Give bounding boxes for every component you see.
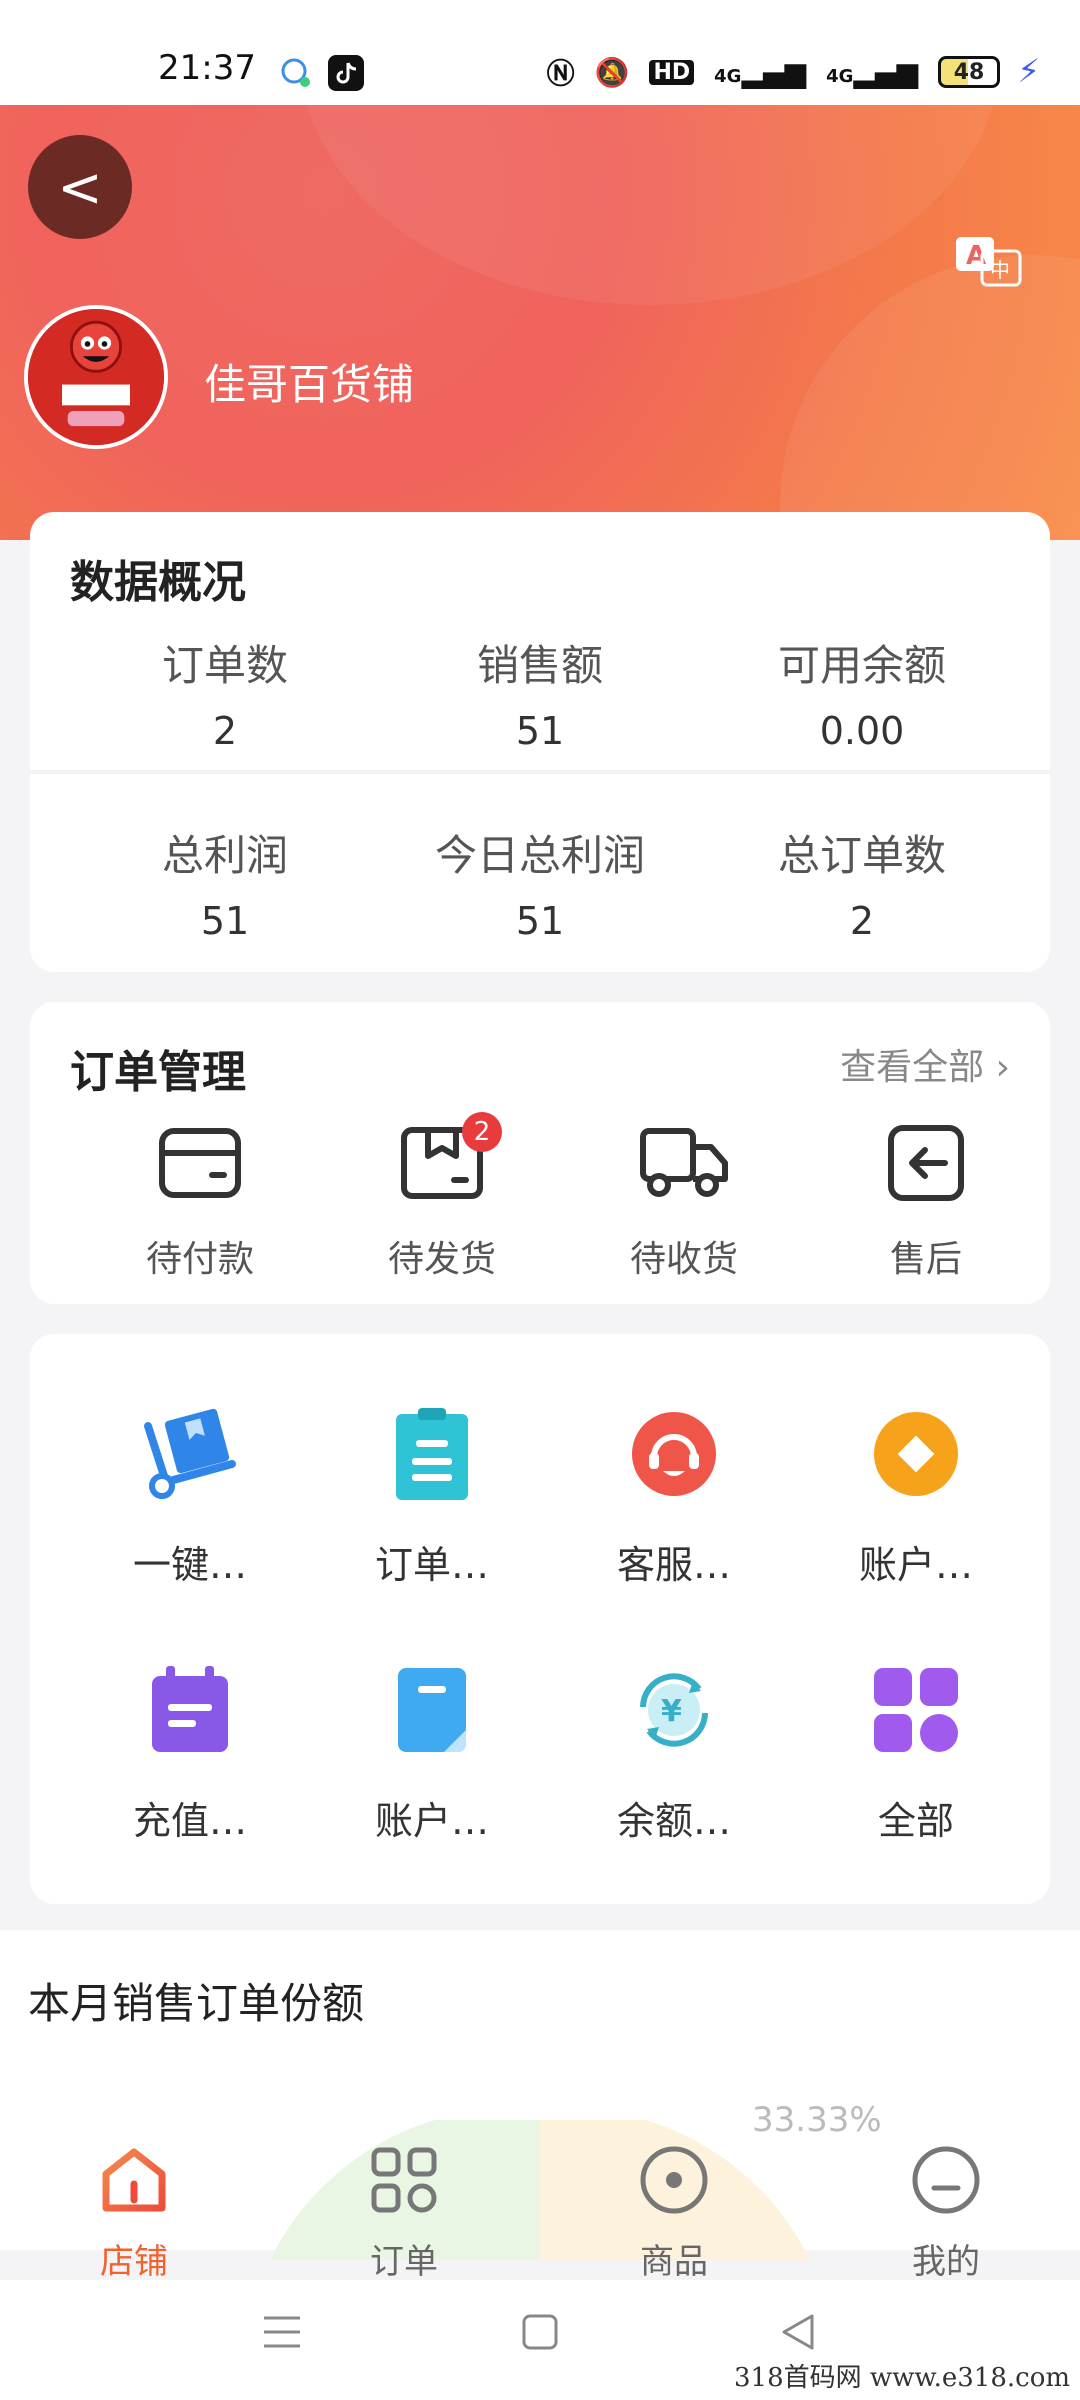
tools-card: 一键… 订单… 客服… 账户… 充值… 账户… ¥ 余额… 全部 [30,1334,1050,1904]
charging-icon: ⚡ [1017,52,1040,90]
tool-label: 一键… [132,1543,247,1587]
order-pending-payment[interactable]: 待付款 [80,1118,320,1282]
pending-shipment-badge: 2 [462,1112,502,1152]
clipboard-icon [396,1408,468,1500]
stat-today-profit[interactable]: 今日总利润 51 [370,822,710,943]
tool-balance[interactable]: ¥ 余额… [554,1660,794,1845]
watermark: 318首码网 www.e318.com [734,2363,1070,2393]
overview-card: 数据概况 订单数 2 销售额 51 可用余额 0.00 总利润 51 今日总利润… [30,512,1050,972]
sales-section-title: 本月销售订单份额 [28,1979,365,2028]
order-label: 待收货 [629,1239,738,1280]
view-all-link[interactable]: 查看全部 › [840,1038,1010,1090]
stat-label: 总订单数 [777,831,946,880]
order-after-sales[interactable]: 售后 [806,1118,1046,1282]
chat-notification-icon [281,58,310,87]
stat-value: 51 [515,899,565,943]
truck-icon [640,1128,728,1197]
nav-goods[interactable]: 商品 [574,2140,774,2283]
wallet-icon [159,1128,241,1198]
orders-grid-icon [371,2147,437,2213]
tool-all[interactable]: 全部 [796,1660,1036,1845]
goods-icon [640,2146,708,2214]
stat-value: 51 [200,899,250,943]
order-label: 待发货 [387,1239,496,1280]
stat-value: 2 [849,899,875,943]
battery-indicator: 48 [938,56,1000,88]
order-pending-shipment[interactable]: 2 待发货 [322,1112,562,1282]
tool-label: 订单… [374,1543,489,1587]
divider [30,770,1050,774]
system-navigation: 318首码网 www.e318.com [0,2280,1080,2400]
stat-value: 0.00 [819,709,905,753]
return-icon [888,1125,964,1201]
document-icon [398,1668,466,1752]
stat-label: 销售额 [476,641,603,690]
signal-4g-icon: 4G▂▄▆ [714,55,807,89]
nav-label: 店铺 [100,2242,168,2282]
grid-all-icon [874,1668,958,1752]
nav-label: 我的 [912,2242,980,2282]
tool-label: 全部 [877,1799,954,1843]
tool-label: 充值… [132,1799,247,1843]
stat-label: 今日总利润 [434,831,645,880]
mute-bell-icon: 🔕 [594,55,630,89]
nav-profile[interactable]: 我的 [846,2140,1046,2283]
shop-avatar[interactable] [24,305,168,449]
overview-title: 数据概况 [70,557,246,608]
stat-balance[interactable]: 可用余额 0.00 [692,632,1032,753]
back-button[interactable]: < [28,135,132,239]
signal-4g-icon-2: 4G▂▄▆ [826,55,918,89]
order-management-card: 订单管理 查看全部 › 待付款 2 待发货 待收货 售后 [30,1002,1050,1304]
home-button-icon[interactable] [518,2310,562,2354]
order-pending-receipt[interactable]: 待收货 [564,1118,804,1282]
nav-shop[interactable]: 店铺 [34,2140,234,2283]
delivery-cart-icon [144,1408,236,1499]
stat-total-profit[interactable]: 总利润 51 [55,822,395,943]
status-icons: Ⓝ 🔕 HD 4G▂▄▆ 4G▂▄▆ 48 [547,52,1000,92]
stat-label: 订单数 [161,641,288,690]
nav-label: 订单 [370,2242,438,2282]
order-label: 待付款 [145,1239,254,1280]
nav-orders[interactable]: 订单 [304,2140,504,2283]
nfc-icon: Ⓝ [546,57,575,90]
tool-one-click[interactable]: 一键… [70,1404,310,1589]
shop-header: < A 中 佳哥百货铺 [0,105,1080,540]
stat-sales[interactable]: 销售额 51 [370,632,710,753]
stat-value: 2 [212,709,238,753]
svg-text:中: 中 [990,258,1010,282]
status-bar: 21:37 Ⓝ 🔕 HD 4G▂▄▆ 4G▂▄▆ 48 ⚡ [0,0,1080,105]
profile-icon [912,2146,980,2214]
tool-account[interactable]: 账户… [796,1404,1036,1589]
stat-order-count[interactable]: 订单数 2 [55,632,395,753]
svg-text:¥: ¥ [661,1694,682,1729]
calendar-icon [152,1666,228,1752]
stat-label: 可用余额 [777,641,946,690]
stat-label: 总利润 [161,831,288,880]
tool-label: 账户… [374,1799,489,1843]
status-time: 21:37 [158,48,256,88]
customer-service-icon [632,1412,716,1496]
bottom-navigation: 店铺 订单 商品 我的 [0,2120,1080,2283]
order-management-title: 订单管理 [70,1047,246,1098]
tiktok-icon [328,55,364,91]
tool-order[interactable]: 订单… [312,1404,552,1589]
menu-icon[interactable] [260,2310,304,2354]
yuan-refresh-icon: ¥ [640,1673,708,1747]
stat-value: 51 [515,709,565,753]
tool-account-2[interactable]: 账户… [312,1660,552,1845]
back-triangle-icon[interactable] [776,2310,820,2354]
hd-icon: HD [649,59,695,85]
order-label: 售后 [889,1239,962,1280]
stat-total-orders[interactable]: 总订单数 2 [692,822,1032,943]
diamond-coin-icon [874,1412,958,1496]
shop-name: 佳哥百货铺 [204,360,415,409]
nav-label: 商品 [640,2242,708,2282]
home-icon [102,2148,166,2212]
tool-label: 余额… [616,1799,731,1843]
tool-label: 客服… [616,1543,731,1587]
tool-recharge[interactable]: 充值… [70,1660,310,1845]
tool-label: 账户… [858,1543,973,1587]
tool-customer-service[interactable]: 客服… [554,1404,794,1589]
translate-icon[interactable]: A 中 [954,233,1024,289]
